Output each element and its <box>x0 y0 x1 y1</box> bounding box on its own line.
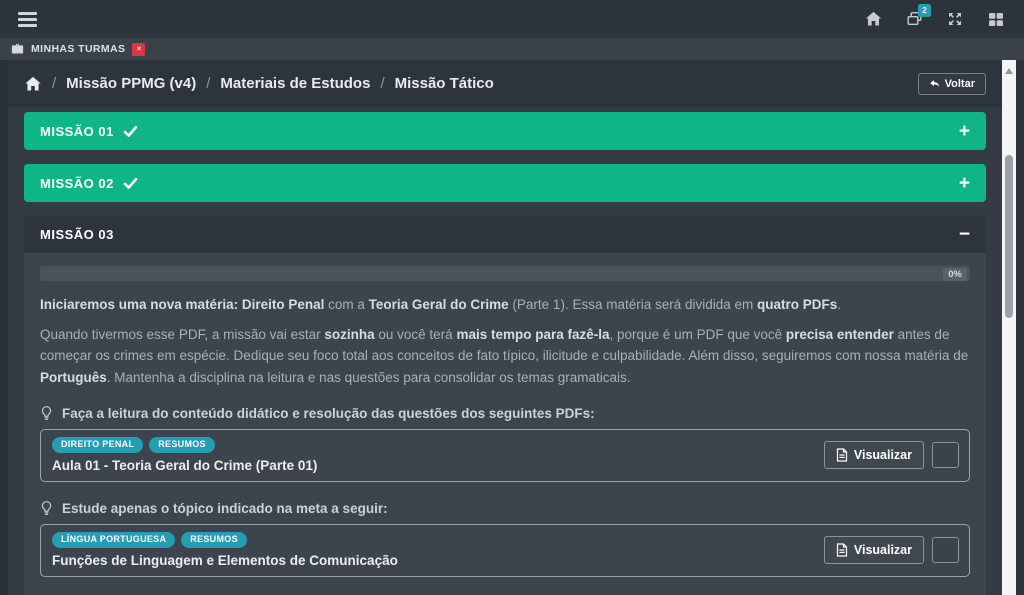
mission-title: MISSÃO 03 <box>40 227 114 242</box>
tab-bar: MINHAS TURMAS ✕ <box>0 38 1024 60</box>
close-tab-icon[interactable]: ✕ <box>132 43 145 56</box>
tab-minhas-turmas[interactable]: MINHAS TURMAS <box>31 43 125 55</box>
fullscreen-icon[interactable] <box>945 9 965 29</box>
breadcrumb-item-materials[interactable]: Materiais de Estudos <box>220 75 370 92</box>
subject-badge: DIREITO PENAL <box>52 437 143 453</box>
mission-title: MISSÃO 01 <box>40 124 114 139</box>
collapse-icon[interactable]: − <box>959 225 970 244</box>
file-icon <box>836 448 848 462</box>
missao-03-body: 0% Iniciaremos uma nova matéria: Direito… <box>24 253 986 595</box>
left-edge-strip <box>0 60 8 595</box>
accordion-missao-02[interactable]: MISSÃO 02 + <box>24 164 986 202</box>
visualizar-button[interactable]: Visualizar <box>824 441 924 469</box>
back-arrow-icon <box>929 78 940 89</box>
task-checkbox[interactable] <box>932 442 959 468</box>
home-icon[interactable] <box>863 9 883 29</box>
progress-percent: 0% <box>943 268 967 281</box>
topbar-icons: 2 <box>863 9 1006 29</box>
type-badge: RESUMOS <box>181 532 247 548</box>
breadcrumb-item-mission[interactable]: Missão PPMG (v4) <box>66 75 196 92</box>
check-icon <box>123 125 138 138</box>
lightbulb-icon <box>40 500 53 516</box>
subject-badge: LÍNGUA PORTUGUESA <box>52 532 175 548</box>
grid-icon[interactable] <box>986 9 1006 29</box>
progress-bar: 0% <box>40 266 970 281</box>
task-instruction-1: Faça a leitura do conteúdo didático e re… <box>40 405 970 421</box>
check-icon <box>123 177 138 190</box>
task-checkbox[interactable] <box>932 537 959 563</box>
lightbulb-icon <box>40 405 53 421</box>
breadcrumb-separator: / <box>52 75 56 92</box>
main-area: / Missão PPMG (v4) / Materiais de Estudo… <box>0 60 1024 595</box>
notification-badge: 2 <box>918 4 931 17</box>
scrollbar[interactable] <box>1002 60 1016 595</box>
material-title: Funções de Linguagem e Elementos de Comu… <box>52 553 398 568</box>
material-title: Aula 01 - Teoria Geral do Crime (Parte 0… <box>52 458 317 473</box>
expand-icon[interactable]: + <box>959 174 970 193</box>
breadcrumb-home-icon[interactable] <box>24 76 42 92</box>
material-card-2: LÍNGUA PORTUGUESA RESUMOS Funções de Lin… <box>40 524 970 577</box>
file-icon <box>836 543 848 557</box>
breadcrumb-separator: / <box>206 75 210 92</box>
breadcrumb: / Missão PPMG (v4) / Materiais de Estudo… <box>8 60 1002 107</box>
mission-title: MISSÃO 02 <box>40 176 114 191</box>
right-edge-strip <box>1016 60 1024 595</box>
menu-icon[interactable] <box>18 12 37 27</box>
content-wrapper: / Missão PPMG (v4) / Materiais de Estudo… <box>8 60 1002 595</box>
scroll-up-arrow-icon[interactable] <box>1005 68 1013 74</box>
type-badge: RESUMOS <box>149 437 215 453</box>
missions-list: MISSÃO 01 + MISSÃO 02 + MISSÃO 03 − <box>8 107 1002 595</box>
mission-detail-paragraph: Quando tivermos esse PDF, a missão vai e… <box>40 324 970 390</box>
task-instruction-text: Faça a leitura do conteúdo didático e re… <box>62 406 595 421</box>
breadcrumb-item-current: Missão Tático <box>395 75 494 92</box>
accordion-missao-01[interactable]: MISSÃO 01 + <box>24 112 986 150</box>
visualizar-label: Visualizar <box>854 448 912 462</box>
top-navbar: 2 <box>0 0 1024 38</box>
windows-icon[interactable]: 2 <box>904 9 924 29</box>
back-button[interactable]: Voltar <box>918 73 986 95</box>
scrollbar-thumb[interactable] <box>1005 155 1013 318</box>
breadcrumb-separator: / <box>380 75 384 92</box>
task-instruction-2: Estude apenas o tópico indicado na meta … <box>40 500 970 516</box>
expand-icon[interactable]: + <box>959 122 970 141</box>
accordion-missao-03: MISSÃO 03 − 0% Iniciaremos uma nova maté… <box>24 216 986 595</box>
visualizar-button[interactable]: Visualizar <box>824 536 924 564</box>
task-instruction-text: Estude apenas o tópico indicado na meta … <box>62 501 388 516</box>
back-button-label: Voltar <box>945 78 975 90</box>
visualizar-label: Visualizar <box>854 543 912 557</box>
briefcase-icon <box>11 43 24 55</box>
accordion-missao-03-header[interactable]: MISSÃO 03 − <box>24 216 986 253</box>
mission-intro-paragraph: Iniciaremos uma nova matéria: Direito Pe… <box>40 295 970 315</box>
material-card-1: DIREITO PENAL RESUMOS Aula 01 - Teoria G… <box>40 429 970 482</box>
